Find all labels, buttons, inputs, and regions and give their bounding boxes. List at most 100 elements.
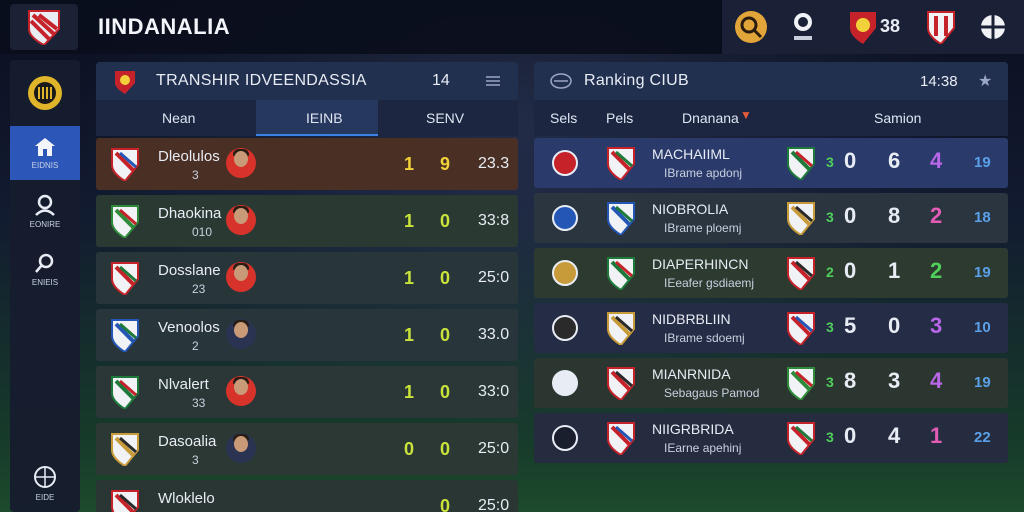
player-avatar <box>226 319 256 349</box>
team-badge-button[interactable] <box>920 6 962 48</box>
club-name: NIDBRBLIIN <box>652 311 731 327</box>
column-pels[interactable]: Pels <box>606 110 633 126</box>
stat-b: 0 <box>440 439 451 459</box>
column-samion[interactable]: Samion <box>874 110 921 126</box>
search-button[interactable] <box>730 6 772 48</box>
ranking-row[interactable]: DIAPERHINCN IEeafer gsdiaemj 2 0 1 2 19 <box>534 248 1008 298</box>
transfer-tabs: Nean IEINB SENV <box>96 100 518 136</box>
transfer-row[interactable]: Dhaokina 010 1 0 33:8 <box>96 195 518 247</box>
sort-desc-icon[interactable]: ▼ <box>740 108 752 122</box>
player-name: Dhaokina <box>158 205 222 222</box>
user-icon <box>35 194 55 216</box>
ranking-stat-n2: 8 <box>844 368 857 393</box>
stat-value: 33:8 <box>478 212 510 229</box>
ranking-stat-n2: 0 <box>844 148 857 173</box>
sidebar-item-club[interactable] <box>10 66 80 120</box>
league-badge-icon <box>552 260 578 286</box>
search-icon <box>35 253 54 273</box>
transfer-row[interactable]: Dosslane 23 1 0 25:0 <box>96 252 518 304</box>
player-avatar <box>226 433 256 463</box>
transfer-row[interactable]: Dasoalia 3 0 0 25:0 <box>96 423 518 475</box>
stat-b: 0 <box>440 268 451 288</box>
player-sub: 23 <box>192 282 206 296</box>
player-avatar <box>226 148 256 178</box>
settings-button[interactable] <box>972 6 1014 48</box>
transfer-row[interactable]: Wloklelo 0 25:0 <box>96 480 518 512</box>
ranking-panel: Ranking CIUB 14:38 ★ Sels Pels Dnanana ▼… <box>534 62 1008 482</box>
ranking-stat-n1: 3 <box>826 429 834 445</box>
ranking-stat-n2: 0 <box>844 203 857 228</box>
transfer-count: 14 <box>432 72 450 89</box>
app-title: IINDANALIA <box>98 14 231 39</box>
opponent-crest-icon <box>786 366 816 402</box>
stat-a: 1 <box>404 154 415 174</box>
ranking-stat-n4: 4 <box>930 368 943 393</box>
stat-a: 1 <box>404 211 415 231</box>
menu-button[interactable] <box>486 74 500 92</box>
ranking-row[interactable]: NIOBROLIA IBrame ploemj 3 0 8 2 18 <box>534 193 1008 243</box>
club-name: DIAPERHINCN <box>652 256 749 272</box>
ranking-stat-n4: 3 <box>930 313 943 338</box>
ranking-stat-n5: 19 <box>974 154 991 171</box>
column-sels[interactable]: Sels <box>550 110 577 126</box>
transfer-row[interactable]: Venoolos 2 1 0 33.0 <box>96 309 518 361</box>
league-badge-icon <box>552 425 578 451</box>
tab-nean[interactable]: Nean <box>162 110 195 126</box>
league-badge-icon <box>552 315 578 341</box>
ranking-row[interactable]: MIANRNIDA Sebagaus Pamod 3 8 3 4 19 <box>534 358 1008 408</box>
tab-ieinb[interactable]: IEINB <box>306 110 343 126</box>
home-icon <box>35 137 55 156</box>
profile-button[interactable] <box>782 6 824 48</box>
top-bar: IINDANALIA 38 <box>0 0 1024 54</box>
ranking-stat-n5: 22 <box>974 429 991 446</box>
player-sub: 2 <box>192 339 199 353</box>
app-logo[interactable] <box>10 4 78 50</box>
sidebar-item-home[interactable]: EIDNIS <box>10 126 80 180</box>
club-name: NIIGRBRIDA <box>652 421 734 437</box>
sidebar-item-world[interactable]: EIDE <box>10 456 80 510</box>
player-sub: 33 <box>192 396 206 410</box>
favorite-star-icon[interactable]: ★ <box>978 71 992 91</box>
sidebar-item-squad[interactable]: EONIRE <box>10 184 80 238</box>
stat-a: 1 <box>404 382 415 402</box>
ranking-row[interactable]: NIDBRBLIIN IBrame sdoemj 3 5 0 3 10 <box>534 303 1008 353</box>
stat-b: 9 <box>440 154 451 174</box>
club-badge-button[interactable] <box>842 6 884 48</box>
column-dnanana[interactable]: Dnanana <box>682 110 739 126</box>
menu-icon <box>486 76 500 86</box>
ranking-row[interactable]: NIIGRBRIDA IEarne apehinj 3 0 4 1 22 <box>534 413 1008 463</box>
ranking-stat-n2: 0 <box>844 423 857 448</box>
league-badge-icon <box>552 150 578 176</box>
opponent-crest-icon <box>786 311 816 347</box>
transfer-row[interactable]: Nlvalert 33 1 0 33:0 <box>96 366 518 418</box>
club-crest-icon <box>110 147 140 183</box>
ranking-columns: Sels Pels Dnanana ▼ Samion <box>534 100 1008 136</box>
club-crest-icon <box>927 11 955 44</box>
ranking-stat-n1: 2 <box>826 264 834 280</box>
tab-senv[interactable]: SENV <box>426 110 464 126</box>
player-name: Dosslane <box>158 262 221 279</box>
search-icon <box>735 11 767 43</box>
player-avatar <box>226 205 256 235</box>
player-name: Nlvalert <box>158 376 209 393</box>
ranking-stat-n3: 4 <box>888 423 901 448</box>
ranking-stat-n5: 19 <box>974 374 991 391</box>
club-crest-icon <box>110 204 140 240</box>
globe-icon <box>34 465 56 488</box>
sidebar-item-label: EIDNIS <box>31 160 59 170</box>
club-crest-icon <box>110 261 140 297</box>
player-sub: 010 <box>192 225 213 239</box>
stat-value: 25:0 <box>478 440 510 457</box>
transfer-row[interactable]: Dleolulos 3 1 9 23.3 <box>96 138 518 190</box>
club-sub: IEeafer gsdiaemj <box>664 276 755 290</box>
ranking-row[interactable]: MACHAIIML IBrame apdonj 3 0 6 4 19 <box>534 138 1008 188</box>
sidebar-item-label: ENIEIS <box>31 277 59 287</box>
league-badge-icon <box>552 370 578 396</box>
opponent-crest-icon <box>786 421 816 457</box>
ranking-stat-n3: 0 <box>888 313 901 338</box>
stat-value: 33:0 <box>478 383 510 400</box>
ranking-stat-n3: 8 <box>888 203 901 228</box>
player-name: Venoolos <box>158 319 220 336</box>
ranking-panel-header: Ranking CIUB 14:38 ★ <box>534 62 1008 100</box>
sidebar-item-scout[interactable]: ENIEIS <box>10 242 80 296</box>
